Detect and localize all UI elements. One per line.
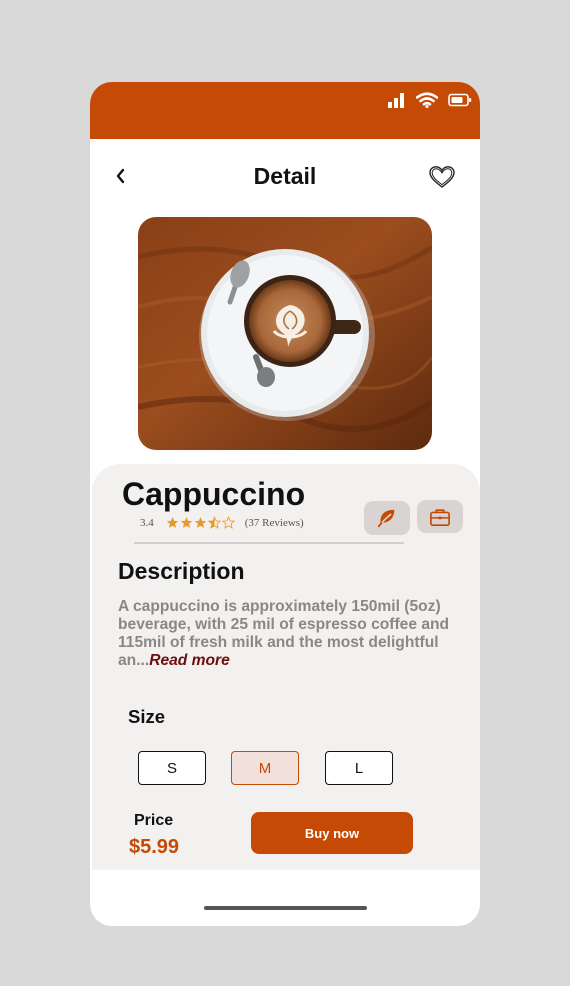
page-title: Detail: [253, 163, 317, 189]
detail-sheet: Cappuccino 3.4 (37 Reviews) Description …: [92, 464, 480, 870]
battery-icon: [448, 93, 472, 107]
organic-button[interactable]: [364, 501, 410, 535]
star-full-icon: [166, 517, 178, 528]
rating-stars: [166, 516, 235, 529]
signal-icon: [388, 93, 404, 108]
price-value: $5.99: [129, 836, 180, 858]
product-name: Cappuccino: [122, 476, 306, 512]
wifi-icon: [416, 92, 438, 108]
size-option-s[interactable]: S: [138, 751, 206, 785]
phone-screen: Detail Cappuccino 3.4 (37 Reviews) Descr…: [90, 82, 480, 926]
divider: [134, 542, 404, 544]
price-label: Price: [134, 812, 174, 829]
leaf-icon: [377, 509, 395, 528]
star-half-icon: [207, 516, 221, 529]
description-heading: Description: [118, 558, 245, 584]
description-text: A cappuccino is approximately 150mil (5o…: [118, 598, 468, 670]
status-icons: [388, 90, 472, 110]
star-empty-icon: [221, 516, 235, 529]
size-heading: Size: [128, 706, 166, 727]
product-image: [138, 217, 432, 450]
buy-now-button[interactable]: Buy now: [251, 812, 413, 854]
read-more-link[interactable]: Read more: [149, 652, 230, 669]
header: Detail: [90, 139, 480, 217]
size-option-l[interactable]: L: [325, 751, 393, 785]
size-option-m[interactable]: M: [231, 751, 299, 785]
takeaway-button[interactable]: [417, 500, 463, 533]
favorite-button[interactable]: [428, 165, 456, 189]
heart-icon: [429, 166, 455, 188]
rating-value: 3.4: [140, 516, 154, 529]
star-full-icon: [194, 517, 206, 528]
status-bar: [90, 82, 480, 139]
home-indicator[interactable]: [204, 906, 367, 910]
briefcase-icon: [430, 508, 450, 526]
reviews-count[interactable]: (37 Reviews): [245, 517, 304, 529]
rating-row: 3.4 (37 Reviews): [140, 516, 304, 529]
star-full-icon: [180, 517, 192, 528]
